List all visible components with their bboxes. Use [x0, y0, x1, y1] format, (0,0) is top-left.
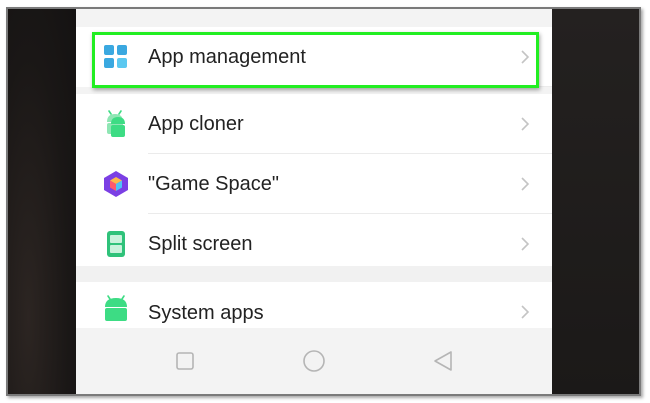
- app-management-icon: [102, 43, 130, 71]
- background-right: [551, 9, 639, 394]
- home-circle-icon[interactable]: [301, 348, 327, 374]
- screenshot-frame: App management App cloner "Game Space" S…: [6, 7, 641, 396]
- row-divider: [148, 86, 552, 87]
- settings-item-system-apps[interactable]: System apps: [76, 282, 552, 328]
- settings-item-label: App management: [148, 46, 306, 68]
- background-left: [8, 9, 76, 394]
- settings-item-game-space[interactable]: "Game Space": [76, 154, 552, 214]
- app-cloner-icon: [102, 110, 130, 138]
- settings-item-label: "Game Space": [148, 173, 279, 195]
- chevron-right-icon: [520, 116, 530, 132]
- settings-item-label: App cloner: [148, 113, 244, 135]
- chevron-right-icon: [520, 304, 530, 320]
- game-space-icon: [102, 170, 130, 198]
- settings-item-app-cloner[interactable]: App cloner: [76, 94, 552, 154]
- settings-item-label: Split screen: [148, 233, 253, 255]
- back-triangle-icon[interactable]: [430, 348, 456, 374]
- settings-item-app-management[interactable]: App management: [76, 27, 552, 87]
- system-apps-icon: [102, 294, 130, 322]
- split-screen-icon: [102, 230, 130, 258]
- chevron-right-icon: [520, 49, 530, 65]
- chevron-right-icon: [520, 236, 530, 252]
- recents-square-icon[interactable]: [172, 348, 198, 374]
- chevron-right-icon: [520, 176, 530, 192]
- navigation-bar: [76, 328, 552, 394]
- phone-screen: App management App cloner "Game Space" S…: [76, 9, 552, 394]
- settings-item-split-screen[interactable]: Split screen: [76, 214, 552, 274]
- section-gap: [76, 266, 552, 282]
